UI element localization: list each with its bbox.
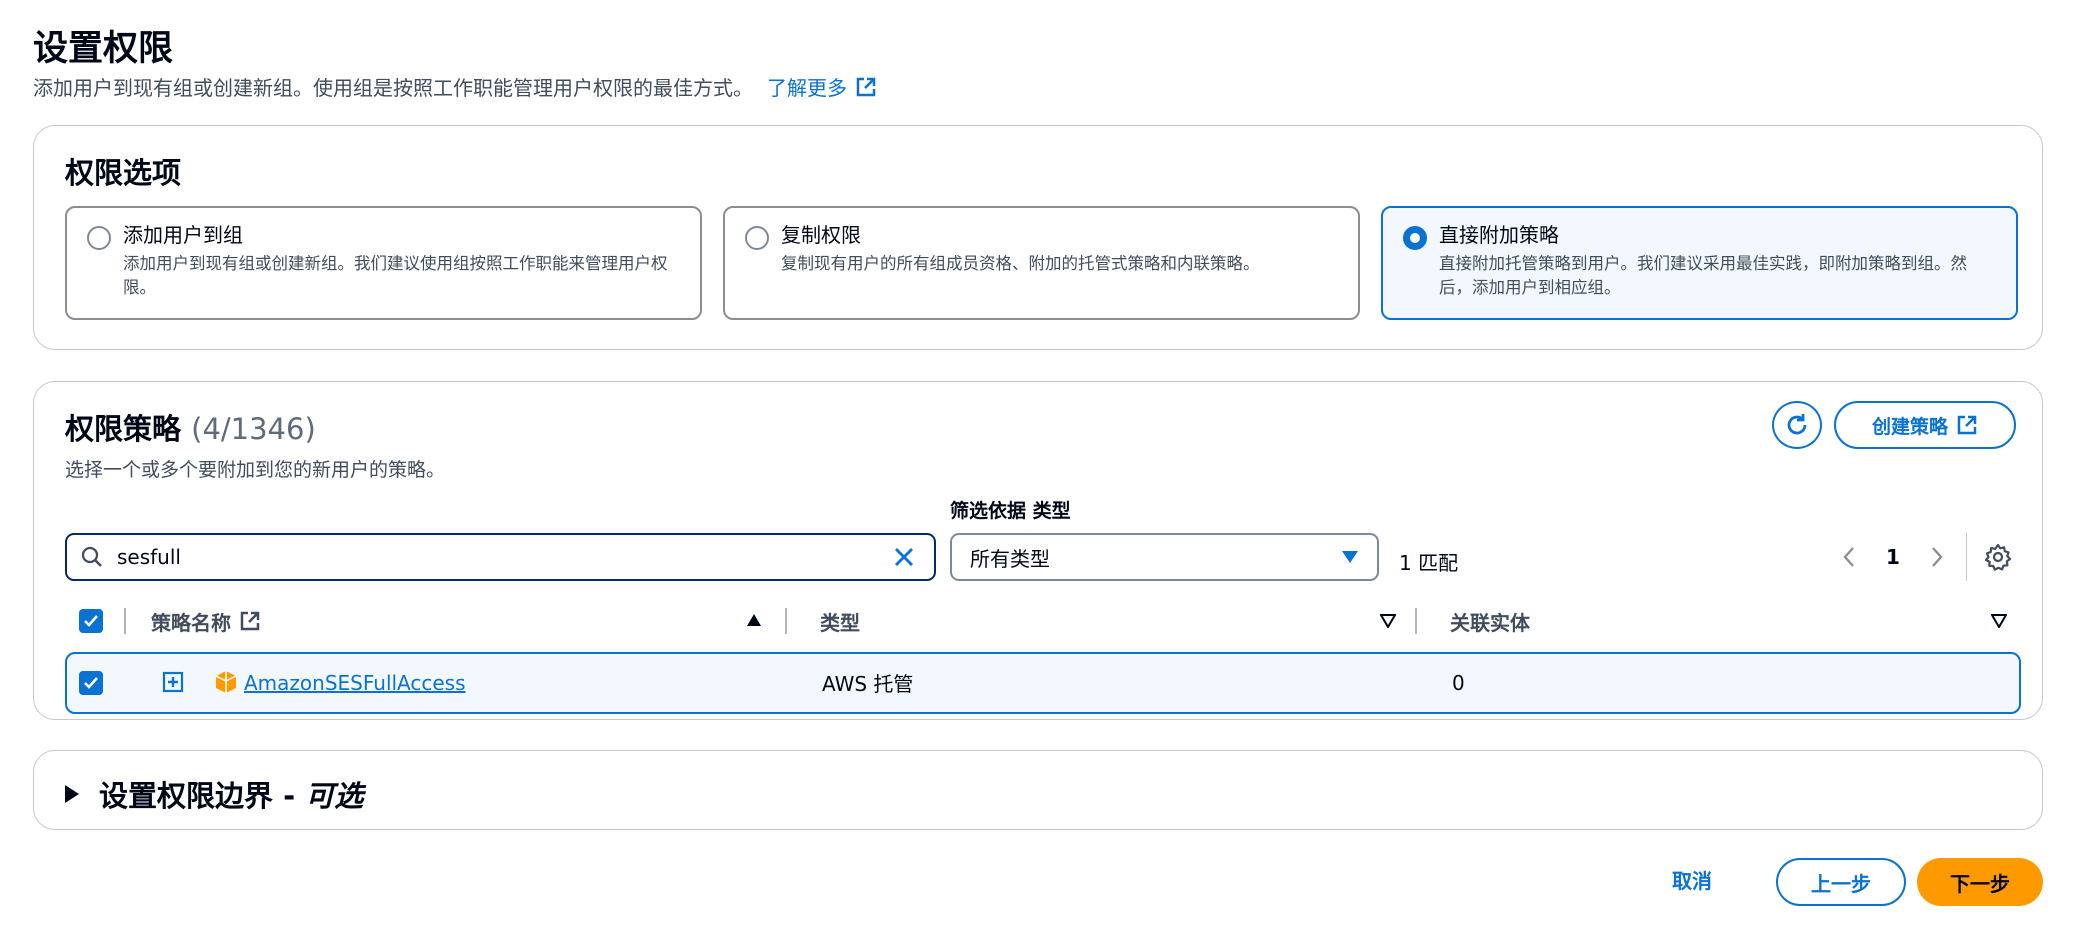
select-all-cell (79, 594, 103, 648)
type-filter-select[interactable]: 所有类型 (950, 533, 1379, 581)
option-description: 直接附加托管策略到用户。我们建议采用最佳实践，即附加策略到组。然后，添加用户到相… (1439, 254, 1967, 297)
column-header-type-label: 类型 (820, 610, 860, 635)
permissions-boundary-panel: 设置权限边界 - 可选 (33, 750, 2043, 830)
filter-label: 筛选依据 类型 (950, 500, 1071, 522)
column-header-entities[interactable]: 关联实体 (1450, 594, 1530, 648)
refresh-icon (1787, 414, 1807, 435)
chevron-right-icon (1932, 547, 1943, 567)
learn-more-link[interactable]: 了解更多 (767, 72, 877, 101)
radio-attach-policies[interactable] (1403, 226, 1427, 250)
caret-down-icon (1342, 551, 1358, 563)
sort-descending-icon[interactable] (1380, 614, 1396, 628)
chevron-left-icon (1843, 547, 1854, 567)
permission-policies-panel: 权限策略 (4/1346) 创建策略 选择一个或多个要附加到您的新用户的策略。 … (33, 381, 2043, 720)
learn-more-label: 了解更多 (767, 76, 847, 100)
search-value: sesfull (117, 545, 181, 569)
permissions-boundary-expander[interactable]: 设置权限边界 - 可选 (65, 773, 363, 815)
option-add-to-group[interactable]: 添加用户到组 添加用户到现有组或创建新组。我们建议使用组按照工作职能来管理用户权… (65, 206, 702, 320)
clear-search-icon[interactable] (890, 543, 918, 571)
current-page[interactable]: 1 (1886, 545, 1900, 569)
refresh-button[interactable] (1772, 401, 1822, 449)
policies-description: 选择一个或多个要附加到您的新用户的策略。 (65, 459, 446, 481)
create-policy-label: 创建策略 (1871, 415, 1948, 438)
policy-name-link[interactable]: AmazonSESFullAccess (244, 671, 466, 695)
boundary-optional-text: 可选 (305, 779, 364, 813)
check-icon (84, 615, 98, 627)
row-select-cell (79, 654, 103, 711)
column-separator (1415, 608, 1417, 634)
option-title: 直接附加策略 (1439, 223, 1559, 247)
column-separator (785, 608, 787, 634)
row-checkbox[interactable] (79, 670, 103, 695)
previous-button[interactable]: 上一步 (1776, 858, 1906, 906)
page-title: 设置权限 (33, 29, 174, 69)
option-copy-permissions[interactable]: 复制权限 复制现有用户的所有组成员资格、附加的托管式策略和内联策略。 (723, 206, 1360, 320)
policies-title: 权限策略 (4/1346) (65, 406, 316, 448)
previous-page-button[interactable] (1834, 542, 1864, 572)
policy-search-input[interactable]: sesfull (65, 533, 936, 581)
create-policy-button[interactable]: 创建策略 (1834, 401, 2016, 449)
permission-options-panel: 权限选项 添加用户到组 添加用户到现有组或创建新组。我们建议使用组按照工作职能来… (33, 125, 2043, 350)
sort-descending-icon[interactable] (1991, 614, 2007, 628)
sort-ascending-icon[interactable] (746, 613, 762, 627)
column-header-name[interactable]: 策略名称 (151, 594, 261, 648)
policies-title-text: 权限策略 (65, 412, 182, 446)
boundary-label-text: 设置权限边界 - (99, 779, 306, 813)
policy-type-cell: AWS 托管 (822, 672, 914, 696)
column-separator (124, 608, 126, 634)
next-page-button[interactable] (1922, 542, 1952, 572)
radio-add-to-group[interactable] (87, 226, 111, 250)
external-link-icon (1957, 415, 1977, 435)
next-button[interactable]: 下一步 (1917, 858, 2043, 906)
option-attach-policies[interactable]: 直接附加策略 直接附加托管策略到用户。我们建议采用最佳实践，即附加策略到组。然后… (1381, 206, 2018, 320)
column-header-entities-label: 关联实体 (1450, 610, 1530, 635)
gear-icon[interactable] (1983, 542, 2013, 572)
boundary-label: 设置权限边界 - 可选 (99, 773, 363, 815)
table-header: 策略名称 类型 关联实体 (65, 594, 2021, 648)
external-link-icon (856, 77, 876, 96)
permission-options-title: 权限选项 (65, 156, 182, 190)
aws-managed-policy-icon (215, 670, 237, 693)
column-header-name-label: 策略名称 (151, 610, 231, 635)
option-description: 添加用户到现有组或创建新组。我们建议使用组按照工作职能来管理用户权限。 (123, 254, 668, 297)
search-icon (81, 546, 102, 567)
external-link-icon (240, 611, 260, 631)
page-description-text: 添加用户到现有组或创建新组。使用组是按照工作职能管理用户权限的最佳方式。 (33, 76, 753, 100)
policy-entities-cell: 0 (1452, 670, 1465, 695)
type-filter-value: 所有类型 (970, 546, 1050, 571)
select-all-checkbox[interactable] (79, 609, 103, 633)
pagination: 1 (1834, 533, 2013, 581)
radio-copy-permissions[interactable] (745, 226, 769, 250)
option-description: 复制现有用户的所有组成员资格、附加的托管式策略和内联策略。 (781, 254, 1260, 273)
pager-divider (1965, 533, 1968, 581)
check-icon (84, 676, 98, 689)
expand-row-icon[interactable] (162, 671, 184, 693)
policies-count: (4/1346) (191, 412, 316, 446)
option-title: 复制权限 (781, 223, 861, 247)
table-row[interactable]: AmazonSESFullAccess AWS 托管 0 (65, 652, 2021, 714)
option-title: 添加用户到组 (123, 223, 243, 247)
column-header-type[interactable]: 类型 (820, 594, 860, 648)
cancel-button[interactable]: 取消 (1672, 865, 1712, 894)
policy-name-cell: AmazonSESFullAccess (214, 654, 466, 711)
match-count: 1 匹配 (1399, 551, 1459, 575)
caret-right-icon (65, 785, 79, 803)
page-description: 添加用户到现有组或创建新组。使用组是按照工作职能管理用户权限的最佳方式。 了解更… (33, 72, 877, 101)
